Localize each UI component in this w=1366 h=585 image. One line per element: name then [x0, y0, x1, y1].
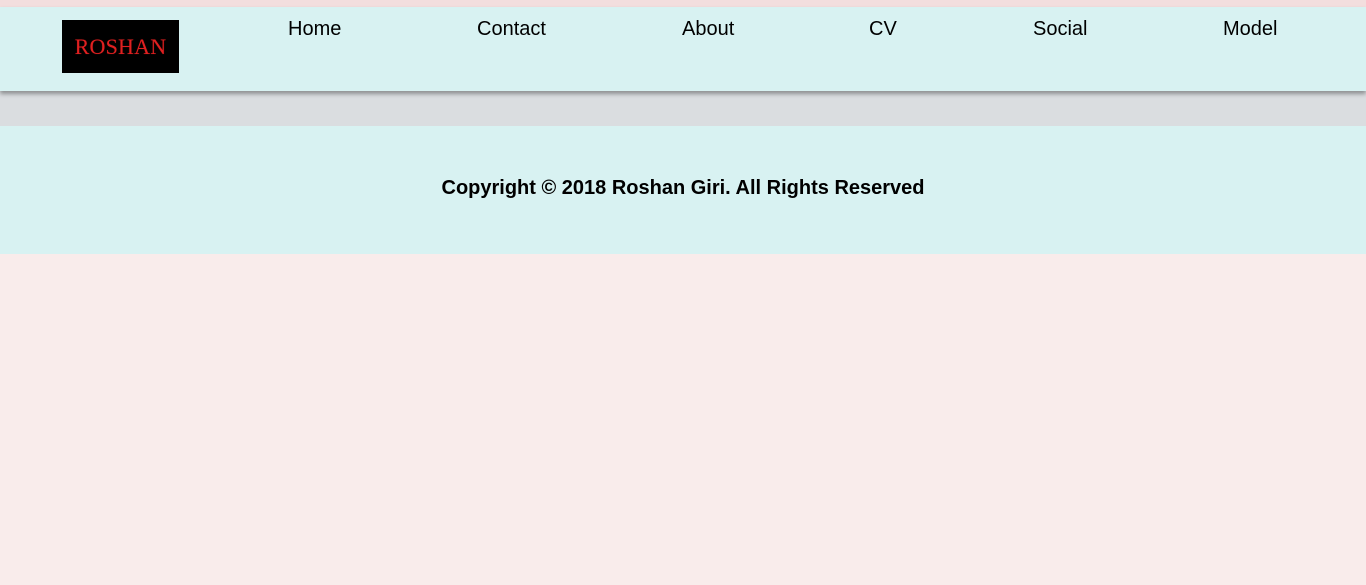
nav-home[interactable]: Home	[288, 17, 341, 41]
nav-social[interactable]: Social	[1033, 17, 1087, 41]
site-footer: Copyright © 2018 Roshan Giri. All Rights…	[0, 126, 1366, 254]
nav-contact[interactable]: Contact	[477, 17, 546, 41]
site-header: ROSHAN Home Contact About CV Social Mode…	[0, 7, 1366, 91]
page-background	[0, 254, 1366, 585]
logo-link[interactable]: ROSHAN	[62, 20, 179, 73]
copyright-text: Copyright © 2018 Roshan Giri. All Rights…	[441, 177, 925, 199]
logo-text: ROSHAN	[74, 33, 167, 59]
top-strip	[0, 0, 1366, 7]
nav-model[interactable]: Model	[1223, 17, 1277, 41]
content-band	[0, 91, 1366, 126]
nav-cv[interactable]: CV	[869, 17, 897, 41]
nav-about[interactable]: About	[682, 17, 734, 41]
